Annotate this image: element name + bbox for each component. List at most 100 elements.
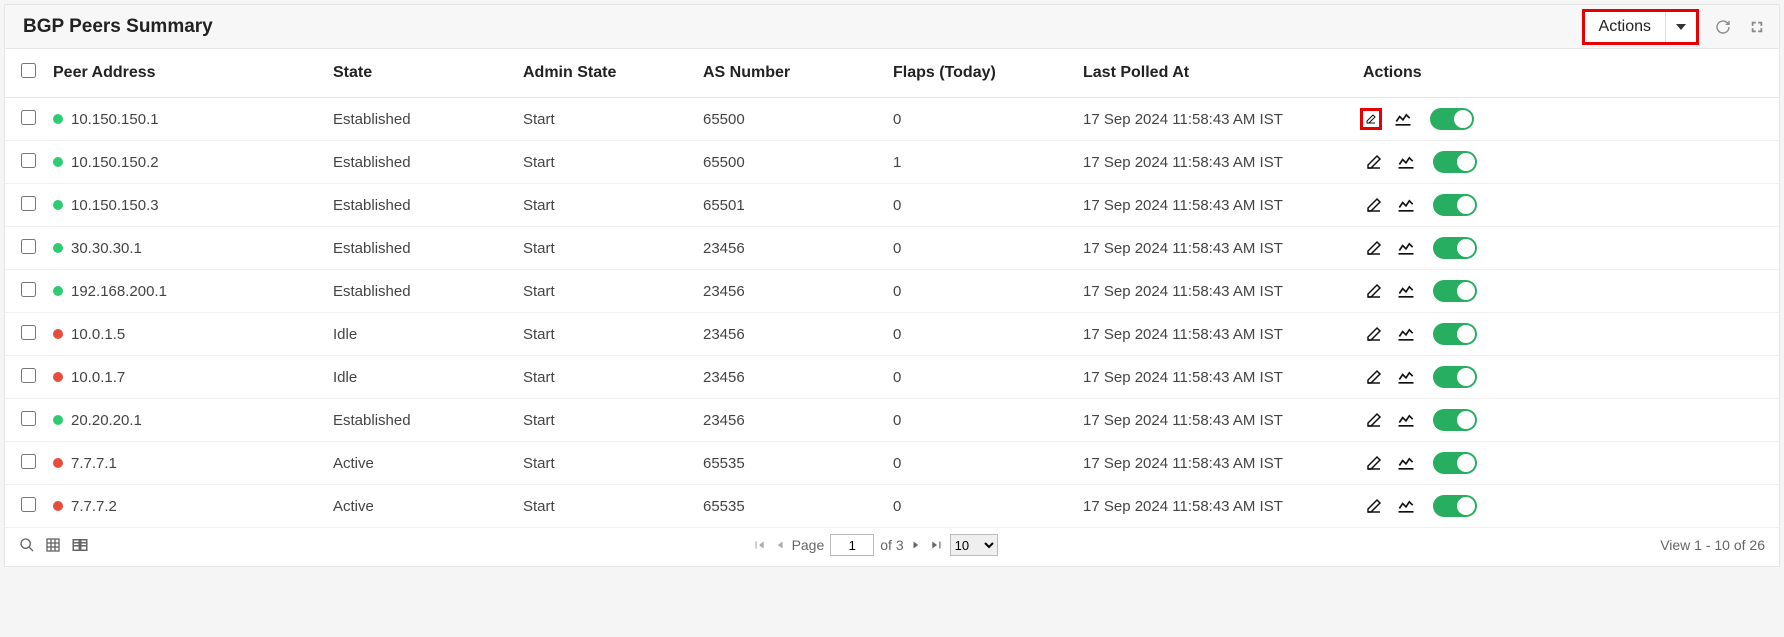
flaps-cell: 0 (885, 442, 1075, 485)
page-next-icon[interactable] (910, 538, 924, 552)
pagination: Page of 3 10 (752, 534, 998, 556)
last-polled-cell: 17 Sep 2024 11:58:43 AM IST (1075, 98, 1355, 141)
actions-dropdown[interactable]: Actions (1582, 9, 1699, 45)
state-cell: Established (325, 184, 515, 227)
select-all-checkbox[interactable] (21, 63, 36, 78)
header-admin[interactable]: Admin State (515, 49, 695, 98)
chart-icon[interactable] (1392, 108, 1414, 130)
table-row: 192.168.200.1EstablishedStart23456017 Se… (5, 270, 1779, 313)
chart-icon[interactable] (1395, 151, 1417, 173)
row-checkbox[interactable] (21, 368, 36, 383)
row-checkbox[interactable] (21, 110, 36, 125)
header-flaps[interactable]: Flaps (Today) (885, 49, 1075, 98)
header-peer[interactable]: Peer Address (45, 49, 325, 98)
enable-toggle[interactable] (1433, 237, 1477, 259)
status-dot-icon (53, 329, 63, 339)
expand-icon[interactable] (1747, 17, 1767, 37)
peer-address[interactable]: 7.7.7.2 (71, 498, 117, 515)
chart-icon[interactable] (1395, 237, 1417, 259)
edit-icon[interactable] (1363, 366, 1385, 388)
state-cell: Idle (325, 313, 515, 356)
peer-address[interactable]: 20.20.20.1 (71, 412, 142, 429)
row-checkbox[interactable] (21, 454, 36, 469)
enable-toggle[interactable] (1433, 495, 1477, 517)
enable-toggle[interactable] (1433, 194, 1477, 216)
actions-dropdown-label[interactable]: Actions (1585, 14, 1665, 40)
header-as[interactable]: AS Number (695, 49, 885, 98)
enable-toggle[interactable] (1433, 452, 1477, 474)
last-polled-cell: 17 Sep 2024 11:58:43 AM IST (1075, 270, 1355, 313)
as-number-cell: 65535 (695, 442, 885, 485)
edit-icon[interactable] (1363, 151, 1385, 173)
chart-icon[interactable] (1395, 409, 1417, 431)
header-state[interactable]: State (325, 49, 515, 98)
edit-icon[interactable] (1363, 194, 1385, 216)
enable-toggle[interactable] (1430, 108, 1474, 130)
edit-icon[interactable] (1363, 323, 1385, 345)
peer-address[interactable]: 10.0.1.5 (71, 326, 125, 343)
chart-icon[interactable] (1395, 323, 1417, 345)
row-checkbox[interactable] (21, 196, 36, 211)
edit-icon[interactable] (1363, 280, 1385, 302)
rows-per-page-select[interactable]: 10 (950, 534, 998, 556)
row-checkbox[interactable] (21, 153, 36, 168)
chart-icon[interactable] (1395, 280, 1417, 302)
as-number-cell: 23456 (695, 227, 885, 270)
peer-address[interactable]: 10.0.1.7 (71, 369, 125, 386)
row-checkbox[interactable] (21, 497, 36, 512)
state-cell: Established (325, 399, 515, 442)
edit-icon[interactable] (1363, 495, 1385, 517)
flaps-cell: 1 (885, 141, 1075, 184)
peer-address[interactable]: 30.30.30.1 (71, 240, 142, 257)
export-icon[interactable] (71, 537, 89, 553)
last-polled-cell: 17 Sep 2024 11:58:43 AM IST (1075, 485, 1355, 528)
row-checkbox[interactable] (21, 239, 36, 254)
edit-icon[interactable] (1363, 237, 1385, 259)
page-first-icon[interactable] (752, 538, 766, 552)
chart-icon[interactable] (1395, 495, 1417, 517)
peer-address[interactable]: 7.7.7.1 (71, 455, 117, 472)
admin-state-cell: Start (515, 356, 695, 399)
row-checkbox[interactable] (21, 282, 36, 297)
table-row: 10.0.1.5IdleStart23456017 Sep 2024 11:58… (5, 313, 1779, 356)
page-input[interactable] (830, 534, 874, 556)
total-pages: of 3 (880, 537, 903, 553)
enable-toggle[interactable] (1433, 323, 1477, 345)
admin-state-cell: Start (515, 485, 695, 528)
search-icon[interactable] (19, 537, 35, 553)
chart-icon[interactable] (1395, 194, 1417, 216)
edit-icon[interactable] (1363, 409, 1385, 431)
as-number-cell: 65501 (695, 184, 885, 227)
flaps-cell: 0 (885, 270, 1075, 313)
header-last[interactable]: Last Polled At (1075, 49, 1355, 98)
page-prev-icon[interactable] (772, 538, 786, 552)
enable-toggle[interactable] (1433, 409, 1477, 431)
edit-icon[interactable] (1363, 452, 1385, 474)
panel-header: BGP Peers Summary Actions (5, 5, 1779, 49)
status-dot-icon (53, 200, 63, 210)
refresh-icon[interactable] (1713, 17, 1733, 37)
edit-icon[interactable] (1360, 108, 1382, 130)
peer-address[interactable]: 10.150.150.3 (71, 197, 159, 214)
enable-toggle[interactable] (1433, 151, 1477, 173)
peer-address[interactable]: 192.168.200.1 (71, 283, 167, 300)
row-checkbox[interactable] (21, 325, 36, 340)
table-row: 10.150.150.1EstablishedStart65500017 Sep… (5, 98, 1779, 141)
status-dot-icon (53, 243, 63, 253)
table-row: 7.7.7.2ActiveStart65535017 Sep 2024 11:5… (5, 485, 1779, 528)
panel-header-controls: Actions (1582, 9, 1767, 45)
row-checkbox[interactable] (21, 411, 36, 426)
page-last-icon[interactable] (930, 538, 944, 552)
chart-icon[interactable] (1395, 366, 1417, 388)
state-cell: Established (325, 270, 515, 313)
state-cell: Established (325, 98, 515, 141)
enable-toggle[interactable] (1433, 280, 1477, 302)
grid-icon[interactable] (45, 537, 61, 553)
as-number-cell: 23456 (695, 356, 885, 399)
enable-toggle[interactable] (1433, 366, 1477, 388)
flaps-cell: 0 (885, 313, 1075, 356)
peer-address[interactable]: 10.150.150.2 (71, 154, 159, 171)
chart-icon[interactable] (1395, 452, 1417, 474)
peer-address[interactable]: 10.150.150.1 (71, 111, 159, 128)
caret-down-icon[interactable] (1665, 12, 1696, 42)
